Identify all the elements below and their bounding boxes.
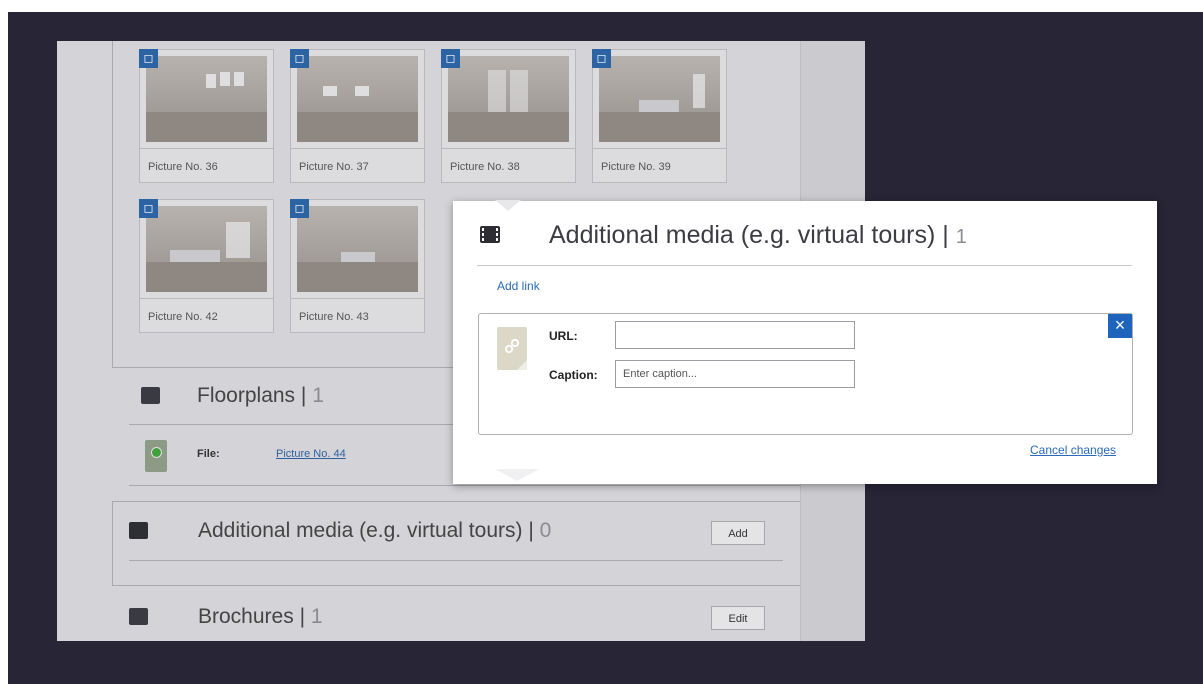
caption-label: Caption: [549, 368, 598, 382]
add-media-button[interactable]: Add [711, 521, 765, 545]
picture-label: Picture No. 38 [450, 161, 520, 173]
file-icon [145, 440, 167, 472]
picture-label: Picture No. 42 [148, 311, 218, 323]
picture-label: Picture No. 39 [601, 161, 671, 173]
media-section-top [112, 501, 800, 502]
expand-icon[interactable]: ◻ [139, 199, 158, 218]
frame-left [0, 0, 8, 684]
media-section-bottom [112, 585, 800, 586]
add-link[interactable]: Add link [497, 279, 540, 293]
brochure-icon [129, 608, 148, 625]
link-entry: URL: Caption: × [478, 313, 1133, 435]
picture-card[interactable]: ◻ Picture No. 37 [290, 49, 425, 183]
popup-notch-bottom [495, 469, 539, 481]
floorplans-bottom [129, 485, 800, 486]
media-divider [129, 560, 783, 561]
file-label: File: [197, 448, 220, 460]
popup-notch [495, 200, 521, 211]
room-photo [297, 206, 418, 292]
room-photo [146, 56, 267, 142]
room-photo [448, 56, 569, 142]
picture-label: Picture No. 43 [299, 311, 369, 323]
picture-card[interactable]: ◻ Picture No. 43 [290, 199, 425, 333]
room-photo [599, 56, 720, 142]
caption-input[interactable] [615, 360, 855, 388]
url-input[interactable] [615, 321, 855, 349]
url-label: URL: [549, 329, 578, 343]
close-icon[interactable]: × [1108, 314, 1132, 338]
room-photo [146, 206, 267, 292]
expand-icon[interactable]: ◻ [290, 199, 309, 218]
media-section-left [112, 501, 113, 585]
picture-label: Picture No. 37 [299, 161, 369, 173]
picture-label: Picture No. 36 [148, 161, 218, 173]
picture-card[interactable]: ◻ Picture No. 42 [139, 199, 274, 333]
additional-media-title: Additional media (e.g. virtual tours) | … [198, 519, 552, 542]
popup-title: Additional media (e.g. virtual tours) | … [549, 221, 967, 249]
gallery-left-border [112, 41, 113, 367]
floorplan-icon [141, 387, 160, 404]
edit-brochure-button[interactable]: Edit [711, 606, 765, 630]
picture-card[interactable]: ◻ Picture No. 39 [592, 49, 727, 183]
film-icon [480, 226, 500, 243]
expand-icon[interactable]: ◻ [139, 49, 158, 68]
brochures-title: Brochures | 1 [198, 605, 323, 628]
expand-icon[interactable]: ◻ [592, 49, 611, 68]
frame-top [0, 0, 1203, 12]
expand-icon[interactable]: ◻ [290, 49, 309, 68]
room-photo [297, 56, 418, 142]
picture-card[interactable]: ◻ Picture No. 38 [441, 49, 576, 183]
expand-icon[interactable]: ◻ [441, 49, 460, 68]
additional-media-popup: Additional media (e.g. virtual tours) | … [453, 200, 1157, 484]
floorplans-title: Floorplans | 1 [197, 384, 324, 407]
link-icon [497, 327, 527, 370]
picture-card[interactable]: ◻ Picture No. 36 [139, 49, 274, 183]
cancel-changes-link[interactable]: Cancel changes [1030, 443, 1116, 457]
popup-divider [477, 265, 1132, 266]
file-link[interactable]: Picture No. 44 [276, 448, 346, 460]
film-icon [129, 522, 148, 539]
